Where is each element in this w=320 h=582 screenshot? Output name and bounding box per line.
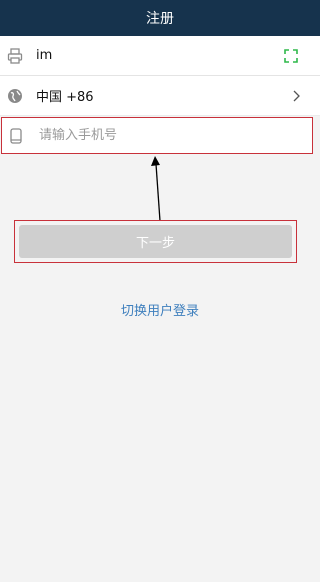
globe-icon <box>5 86 25 106</box>
phone-input[interactable] <box>37 127 281 144</box>
country-row[interactable]: 中国 +86 <box>0 76 320 116</box>
next-button[interactable]: 下一步 <box>19 225 292 258</box>
page-header: 注册 <box>0 0 320 36</box>
phone-row[interactable] <box>1 117 313 154</box>
switch-login-link[interactable]: 切换用户登录 <box>0 300 320 319</box>
country-value: 中国 +86 <box>36 90 94 105</box>
phone-icon <box>6 126 26 146</box>
chevron-right-icon <box>292 88 302 102</box>
register-form: im 中国 +86 <box>0 36 320 116</box>
server-row[interactable]: im <box>0 36 320 76</box>
printer-icon <box>5 46 25 66</box>
next-button-highlight: 下一步 <box>14 220 297 263</box>
next-button-label: 下一步 <box>135 236 175 251</box>
page-title: 注册 <box>146 11 174 27</box>
server-value: im <box>36 48 53 63</box>
scan-icon[interactable] <box>284 48 298 63</box>
